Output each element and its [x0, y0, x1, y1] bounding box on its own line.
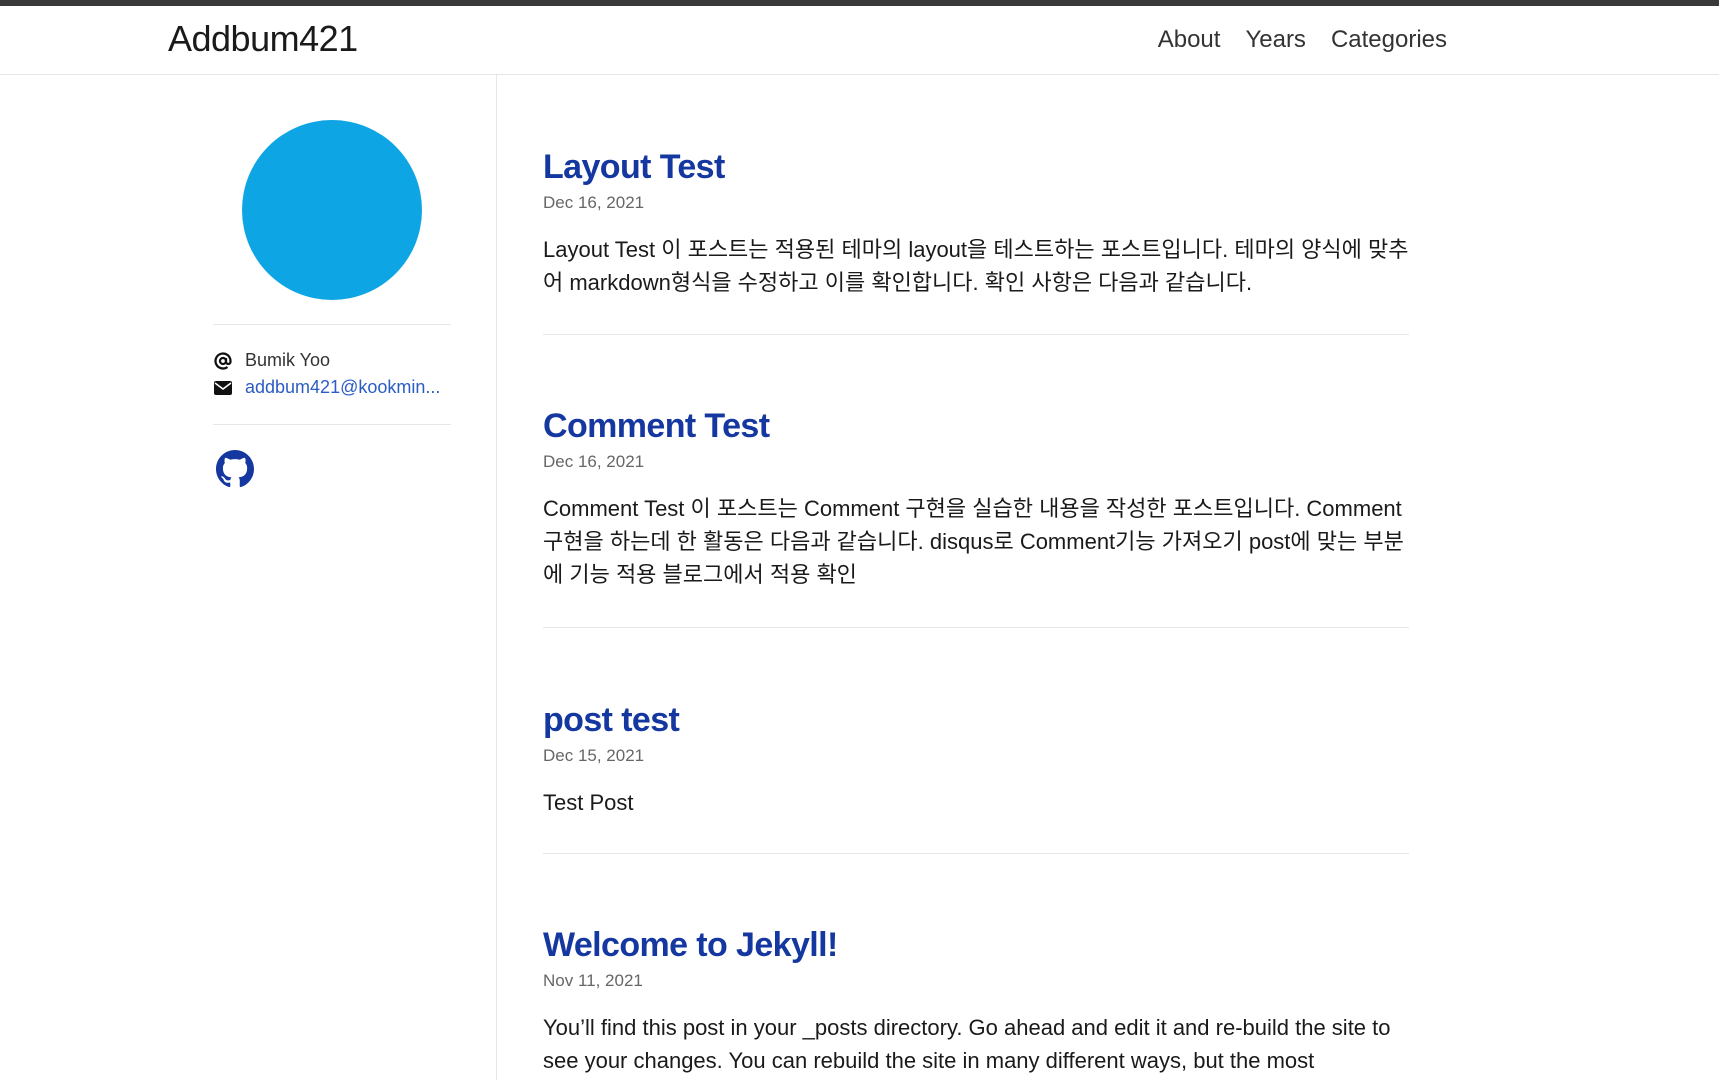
- post-date: Dec 15, 2021: [543, 746, 645, 765]
- post-excerpt: Comment Test 이 포스트는 Comment 구현을 실습한 내용을 …: [543, 496, 1404, 587]
- nav-categories[interactable]: Categories: [1331, 26, 1447, 54]
- post-item: Welcome to Jekyll! Nov 11, 2021 You’ll f…: [543, 926, 1409, 1077]
- post-date: Dec 16, 2021: [543, 452, 645, 471]
- sidebar-divider: [213, 324, 451, 325]
- post-date: Nov 11, 2021: [543, 971, 643, 990]
- post-date: Dec 16, 2021: [543, 193, 645, 212]
- post-title-link[interactable]: Comment Test: [543, 407, 770, 446]
- avatar: [242, 120, 422, 300]
- author-row: Bumik Yoo: [213, 350, 330, 371]
- github-icon[interactable]: [216, 450, 254, 488]
- envelope-icon: [213, 378, 233, 398]
- post-item: Comment Test Dec 16, 2021 Comment Test 이…: [543, 407, 1409, 628]
- post-excerpt: Layout Test 이 포스트는 적용된 테마의 layout을 테스트하는…: [543, 237, 1409, 295]
- at-icon: [213, 351, 233, 371]
- sidebar-divider: [213, 424, 451, 425]
- nav-years[interactable]: Years: [1245, 26, 1306, 54]
- post-excerpt: Test Post: [543, 790, 634, 815]
- nav-about[interactable]: About: [1158, 26, 1221, 54]
- main-nav: About Years Categories: [1158, 26, 1447, 54]
- post-title-link[interactable]: Welcome to Jekyll!: [543, 926, 838, 965]
- post-item: post test Dec 15, 2021 Test Post: [543, 701, 1409, 854]
- post-excerpt: You’ll find this post in your _posts dir…: [543, 1015, 1391, 1073]
- author-name: Bumik Yoo: [245, 350, 331, 370]
- site-header: Addbum421 About Years Categories: [0, 6, 1719, 75]
- email-link[interactable]: addbum421@kookmin...: [245, 377, 440, 398]
- post-item: Layout Test Dec 16, 2021 Layout Test 이 포…: [543, 148, 1409, 335]
- profile-sidebar: Bumik Yoo addbum421@kookmin...: [0, 75, 497, 1080]
- email-row: addbum421@kookmin...: [213, 377, 440, 398]
- post-title-link[interactable]: Layout Test: [543, 148, 725, 187]
- post-title-link[interactable]: post test: [543, 701, 680, 740]
- site-title-link[interactable]: Addbum421: [168, 18, 358, 60]
